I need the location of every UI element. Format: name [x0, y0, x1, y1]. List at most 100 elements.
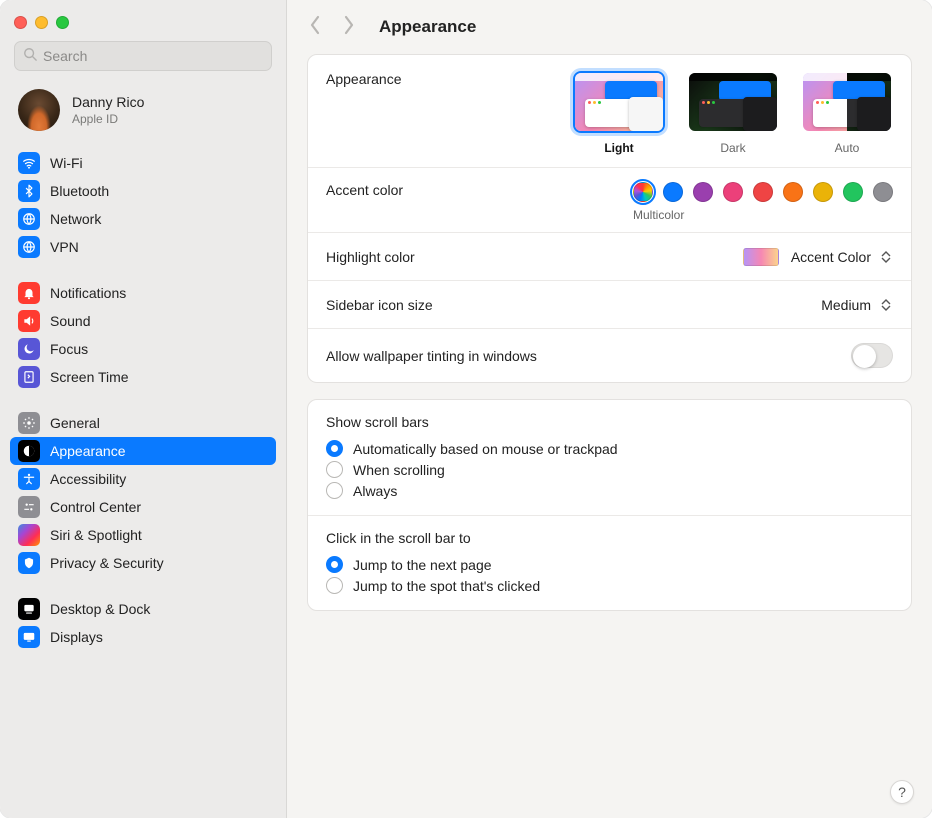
accent-swatch-6[interactable] — [813, 182, 833, 202]
sidebar-group: Notifications Sound Focus Screen Time — [0, 275, 286, 395]
sidebar-group: Wi-Fi Bluetooth Network VPN — [0, 145, 286, 265]
minimize-window-button[interactable] — [35, 16, 48, 29]
help-button[interactable]: ? — [890, 780, 914, 804]
appearance-option-label: Auto — [835, 141, 860, 155]
accent-swatch-5[interactable] — [783, 182, 803, 202]
appearance-option-light[interactable] — [573, 71, 665, 133]
highlight-color-row: Highlight color Accent Color — [308, 233, 911, 281]
search-input[interactable] — [43, 48, 263, 64]
accessibility-icon — [18, 468, 40, 490]
sidebar-item-vpn[interactable]: VPN — [10, 233, 276, 261]
sidebar-item-focus[interactable]: Focus — [10, 335, 276, 363]
highlight-color-select[interactable]: Accent Color — [743, 248, 893, 266]
back-button[interactable] — [307, 15, 323, 40]
accent-swatch-8[interactable] — [873, 182, 893, 202]
accent-swatch-4[interactable] — [753, 182, 773, 202]
sidebar-size-value: Medium — [821, 297, 871, 313]
search-icon — [23, 47, 37, 66]
sidebar-item-desktopdock[interactable]: Desktop & Dock — [10, 595, 276, 623]
wallpaper-tint-toggle[interactable] — [851, 343, 893, 368]
sidebar-item-wifi[interactable]: Wi-Fi — [10, 149, 276, 177]
radio-button — [326, 440, 343, 457]
bluetooth-icon — [18, 180, 40, 202]
wallpaper-tint-label: Allow wallpaper tinting in windows — [326, 348, 537, 364]
sidebar-item-label: Wi-Fi — [50, 155, 83, 171]
desktopdock-icon — [18, 598, 40, 620]
scrollbars-block: Show scroll bars Automatically based on … — [308, 400, 911, 515]
siri-icon — [18, 524, 40, 546]
user-name: Danny Rico — [72, 94, 144, 110]
close-window-button[interactable] — [14, 16, 27, 29]
sidebar-item-displays[interactable]: Displays — [10, 623, 276, 651]
sidebar-item-notifications[interactable]: Notifications — [10, 279, 276, 307]
accent-selected-label: Multicolor — [633, 208, 893, 222]
click-scroll-label: Jump to the spot that's clicked — [353, 578, 540, 594]
sidebar-item-label: Network — [50, 211, 101, 227]
sidebar: Danny Rico Apple ID Wi-Fi Bluetooth Networ… — [0, 0, 287, 818]
forward-button[interactable] — [341, 15, 357, 40]
scrollbars-label: Always — [353, 483, 397, 499]
sidebar-icon-size-row: Sidebar icon size Medium — [308, 281, 911, 329]
accent-label: Accent color — [326, 182, 403, 198]
accent-swatch-0[interactable] — [633, 182, 653, 202]
page-title: Appearance — [379, 17, 476, 37]
accent-swatch-3[interactable] — [723, 182, 743, 202]
highlight-swatch-icon — [743, 248, 779, 266]
sidebar-item-siri[interactable]: Siri & Spotlight — [10, 521, 276, 549]
highlight-label: Highlight color — [326, 249, 415, 265]
sidebar-item-privacy[interactable]: Privacy & Security — [10, 549, 276, 577]
scrollbars-option[interactable]: Always — [326, 480, 893, 501]
toggle-knob — [853, 345, 876, 368]
sidebar-item-general[interactable]: General — [10, 409, 276, 437]
radio-button — [326, 577, 343, 594]
sidebar-item-accessibility[interactable]: Accessibility — [10, 465, 276, 493]
sidebar-item-screentime[interactable]: Screen Time — [10, 363, 276, 391]
scrollbars-option[interactable]: Automatically based on mouse or trackpad — [326, 438, 893, 459]
sidebar-item-sound[interactable]: Sound — [10, 307, 276, 335]
appearance-option-auto[interactable] — [801, 71, 893, 133]
network-icon — [18, 208, 40, 230]
accent-swatch-1[interactable] — [663, 182, 683, 202]
sidebar-item-label: Notifications — [50, 285, 126, 301]
appearance-option-dark[interactable] — [687, 71, 779, 133]
sidebar-item-label: Appearance — [50, 443, 126, 459]
appearance-option-label: Dark — [720, 141, 745, 155]
appearance-label: Appearance — [326, 71, 402, 87]
accent-swatch-7[interactable] — [843, 182, 863, 202]
radio-button — [326, 482, 343, 499]
content-header: Appearance — [287, 0, 932, 54]
sidebar-item-label: Siri & Spotlight — [50, 527, 142, 543]
accent-swatch-2[interactable] — [693, 182, 713, 202]
search-field[interactable] — [14, 41, 272, 71]
window-controls — [0, 8, 286, 39]
vpn-icon — [18, 236, 40, 258]
focus-icon — [18, 338, 40, 360]
sidebar-item-bluetooth[interactable]: Bluetooth — [10, 177, 276, 205]
scrollbars-label: Automatically based on mouse or trackpad — [353, 441, 618, 457]
click-scroll-option[interactable]: Jump to the next page — [326, 554, 893, 575]
radio-button — [326, 461, 343, 478]
sidebar-item-controlcenter[interactable]: Control Center — [10, 493, 276, 521]
sidebar-size-select[interactable]: Medium — [821, 296, 893, 314]
sidebar-item-label: Desktop & Dock — [50, 601, 150, 617]
sidebar-item-label: Privacy & Security — [50, 555, 164, 571]
appearance-panel: Appearance Light Dark — [307, 54, 912, 383]
content-area: Appearance Appearance Light Dark — [287, 0, 932, 818]
apple-id-row[interactable]: Danny Rico Apple ID — [0, 81, 286, 145]
sidebar-item-label: Control Center — [50, 499, 141, 515]
privacy-icon — [18, 552, 40, 574]
stepper-icon — [879, 296, 893, 314]
sidebar-item-label: Focus — [50, 341, 88, 357]
sidebar-item-appearance[interactable]: Appearance — [10, 437, 276, 465]
zoom-window-button[interactable] — [56, 16, 69, 29]
sidebar-item-network[interactable]: Network — [10, 205, 276, 233]
general-icon — [18, 412, 40, 434]
screentime-icon — [18, 366, 40, 388]
sidebar-group: General Appearance Accessibility Control Ce… — [0, 405, 286, 581]
sidebar-size-label: Sidebar icon size — [326, 297, 433, 313]
appearance-row: Appearance Light Dark — [308, 55, 911, 168]
sidebar-item-label: Sound — [50, 313, 90, 329]
scrollbars-option[interactable]: When scrolling — [326, 459, 893, 480]
click-scroll-option[interactable]: Jump to the spot that's clicked — [326, 575, 893, 596]
settings-window: Danny Rico Apple ID Wi-Fi Bluetooth Networ… — [0, 0, 932, 818]
